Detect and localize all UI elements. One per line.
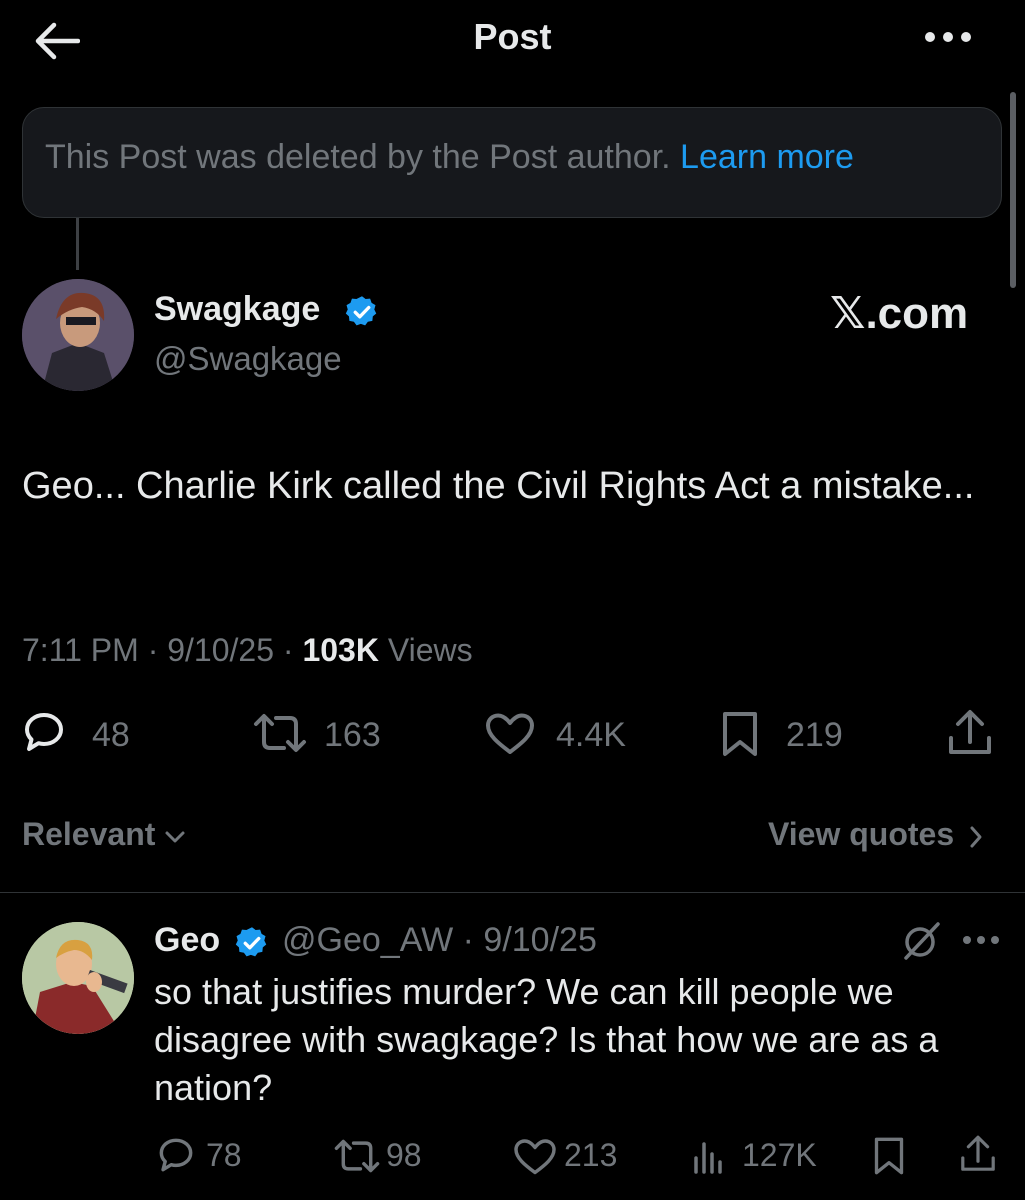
reply-reply-button[interactable]	[156, 1136, 196, 1174]
grok-icon[interactable]	[900, 920, 942, 962]
sort-label: Relevant	[22, 816, 156, 852]
analytics-icon	[694, 1142, 722, 1174]
thread-connector	[76, 218, 79, 270]
author-handle[interactable]: @Swagkage	[154, 340, 342, 378]
verified-badge-icon	[234, 925, 270, 961]
bookmark-icon	[723, 712, 757, 756]
reply-reply-count: 78	[206, 1137, 242, 1173]
reply-like-count: 213	[564, 1137, 618, 1173]
share-button[interactable]	[946, 708, 994, 758]
bookmark-button[interactable]	[720, 710, 760, 758]
page-title: Post	[473, 16, 552, 57]
reply-more-button[interactable]	[962, 934, 1000, 946]
repost-count: 163	[324, 716, 381, 754]
learn-more-link[interactable]: Learn more	[680, 138, 854, 176]
more-horizontal-icon	[963, 936, 999, 944]
post-text: Geo... Charlie Kirk called the Civil Rig…	[22, 465, 975, 507]
verified-badge-icon	[344, 294, 380, 330]
avatar-image	[22, 279, 134, 391]
author-name[interactable]: Swagkage	[154, 290, 320, 329]
reply-like-button[interactable]	[512, 1138, 558, 1176]
divider	[0, 892, 1025, 893]
meta-separator: ·	[282, 632, 294, 668]
reply-author-avatar[interactable]	[22, 922, 134, 1034]
like-button[interactable]	[484, 712, 536, 756]
repost-icon	[334, 1139, 380, 1173]
views-label: Views	[387, 632, 473, 668]
like-count: 4.4K	[556, 716, 626, 754]
author-avatar[interactable]	[22, 279, 134, 391]
sort-dropdown[interactable]: Relevant	[22, 816, 186, 853]
reply-count: 48	[92, 716, 130, 754]
reply-author-name[interactable]: Geo	[154, 921, 220, 960]
bookmark-icon	[874, 1137, 904, 1175]
banner-text: This Post was deleted by the Post author…	[45, 138, 854, 177]
view-quotes-link[interactable]: View quotes	[768, 816, 983, 853]
reply-share-button[interactable]	[958, 1134, 998, 1174]
view-quotes-label: View quotes	[768, 816, 955, 852]
reply-icon	[159, 1138, 193, 1172]
reply-text: so that justifies murder? We can kill pe…	[154, 971, 939, 1108]
reply-icon	[25, 713, 63, 751]
reply-button[interactable]	[22, 710, 66, 754]
heart-icon	[486, 713, 534, 754]
post-date: 9/10/25	[167, 632, 274, 668]
heart-icon	[514, 1139, 556, 1175]
bookmark-count: 219	[786, 716, 843, 754]
reply-views-count: 127K	[742, 1137, 817, 1173]
meta-separator: ·	[147, 632, 159, 668]
repost-icon	[254, 714, 306, 752]
chevron-right-icon	[970, 826, 982, 848]
more-options-button[interactable]	[924, 30, 972, 44]
banner-message: This Post was deleted by the Post author…	[45, 138, 671, 176]
reply-views-button[interactable]	[692, 1138, 726, 1174]
reply-repost-count: 98	[386, 1137, 422, 1173]
reply-bookmark-button[interactable]	[872, 1136, 906, 1176]
avatar-image	[22, 922, 134, 1034]
post-time: 7:11 PM	[22, 632, 139, 668]
reply-handle-date[interactable]: @Geo_AW · 9/10/25	[282, 921, 597, 960]
share-icon	[949, 710, 991, 754]
post-meta: 7:11 PM · 9/10/25 · 103K Views	[22, 632, 473, 669]
share-icon	[961, 1135, 995, 1171]
views-count: 103K	[302, 632, 379, 668]
x-watermark: 𝕏.com	[830, 289, 969, 338]
deleted-post-banner: This Post was deleted by the Post author…	[22, 107, 1002, 218]
reply-repost-button[interactable]	[332, 1138, 382, 1174]
scrollbar[interactable]	[1010, 92, 1016, 288]
more-horizontal-icon	[925, 32, 971, 42]
repost-button[interactable]	[252, 712, 308, 754]
chevron-down-icon	[165, 831, 185, 843]
